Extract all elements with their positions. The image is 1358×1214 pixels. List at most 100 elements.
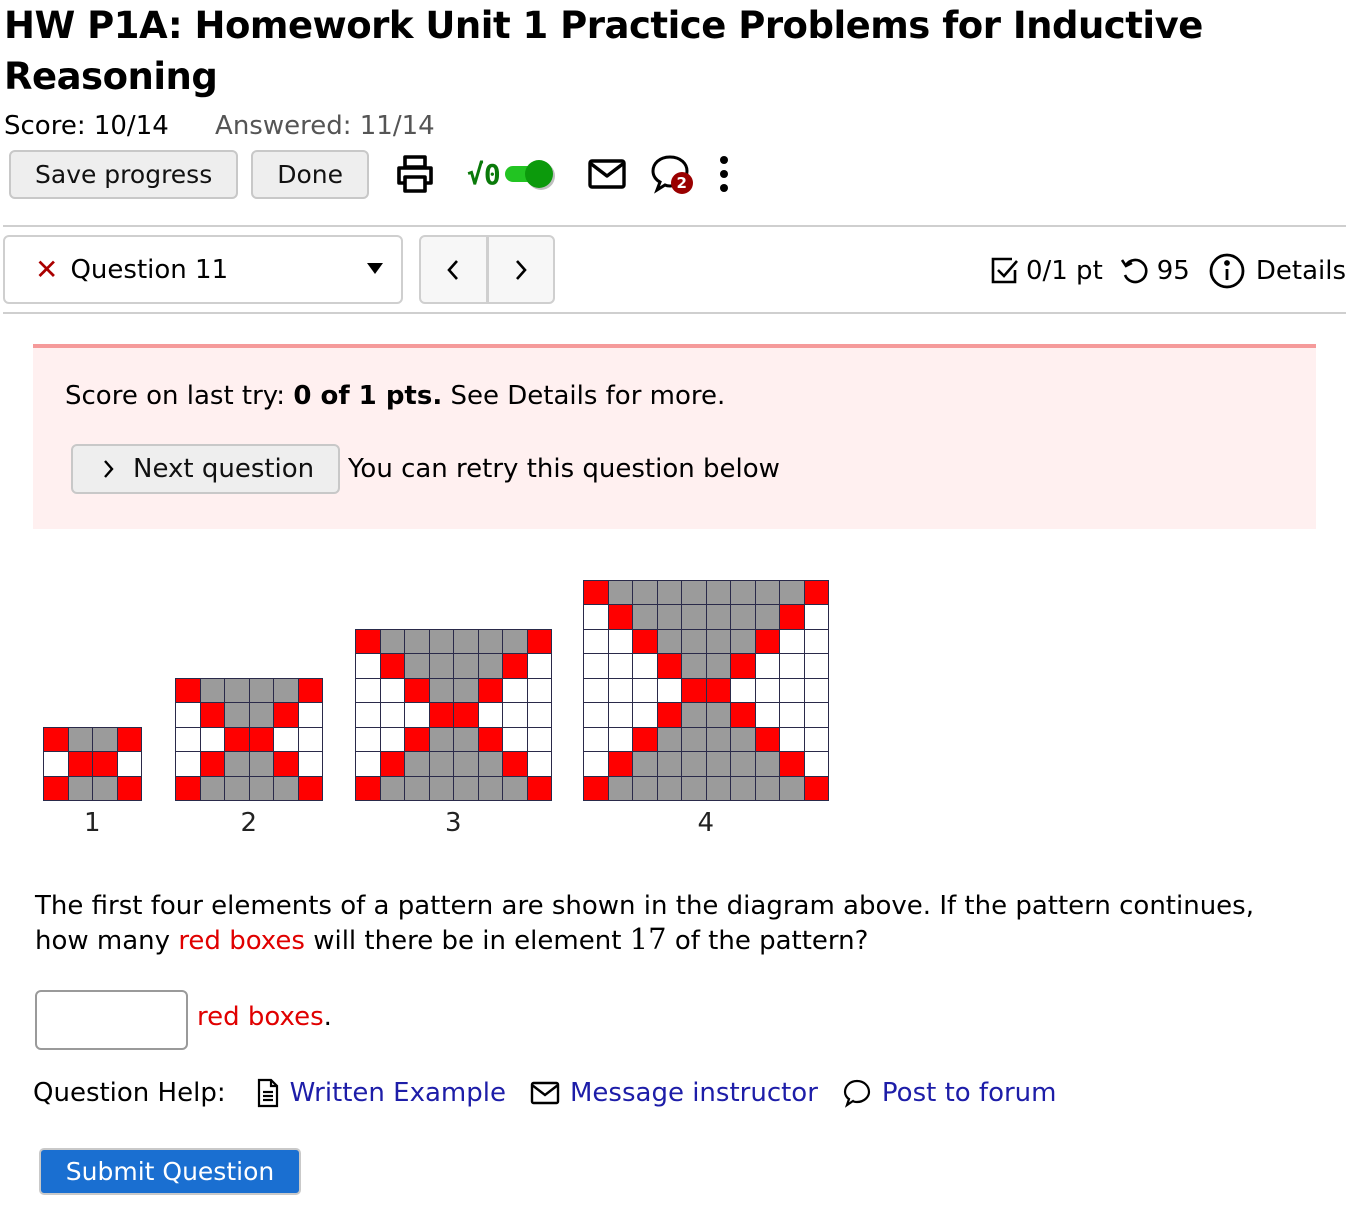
gray-box — [632, 775, 658, 801]
white-box — [355, 653, 381, 679]
save-progress-button[interactable]: Save progress — [9, 149, 239, 199]
answer-input[interactable] — [35, 990, 188, 1050]
red-box — [681, 677, 707, 703]
post-to-forum-link[interactable]: Post to forum — [842, 1078, 1057, 1108]
gray-box — [754, 751, 780, 777]
gray-box — [681, 628, 707, 654]
red-box — [730, 702, 756, 728]
white-box — [502, 702, 528, 728]
white-box — [355, 751, 381, 777]
next-question-label: Next question — [133, 454, 315, 484]
toggle-switch-icon — [504, 160, 555, 190]
red-box — [502, 653, 528, 679]
gray-box — [656, 726, 682, 752]
math-entry-toggle[interactable]: √0 — [467, 156, 561, 192]
gray-box — [705, 579, 731, 605]
white-box — [779, 653, 805, 679]
red-box — [273, 702, 299, 728]
red-box — [779, 751, 805, 777]
gray-box — [779, 579, 805, 605]
white-box — [297, 751, 323, 777]
white-box — [583, 702, 609, 728]
last-try-prefix: Score on last try: — [65, 381, 294, 411]
red-box — [803, 775, 829, 801]
red-box — [273, 751, 299, 777]
next-question-arrow-button[interactable] — [485, 237, 554, 302]
white-box — [803, 604, 829, 630]
red-box — [175, 677, 201, 703]
white-box — [754, 677, 780, 703]
white-box — [526, 702, 552, 728]
gray-box — [730, 775, 756, 801]
answer-suffix-period: . — [323, 1002, 332, 1032]
question-select[interactable]: ✕ Question 11 — [3, 235, 403, 304]
written-example-link[interactable]: Written Example — [256, 1078, 506, 1108]
red-box — [199, 702, 225, 728]
gray-box — [681, 653, 707, 679]
message-instructor-link[interactable]: Message instructor — [530, 1078, 818, 1108]
divider — [3, 312, 1346, 314]
details-button[interactable]: Details — [1208, 252, 1346, 290]
mail-icon[interactable] — [587, 157, 627, 191]
question-red-phrase: red boxes — [178, 926, 305, 956]
red-box — [43, 726, 69, 752]
red-box — [754, 628, 780, 654]
red-box — [754, 726, 780, 752]
red-box — [355, 775, 381, 801]
gray-box — [754, 604, 780, 630]
red-box — [355, 628, 381, 654]
red-box — [632, 726, 658, 752]
assignment-title: HW P1A: Homework Unit 1 Practice Problem… — [4, 4, 1203, 98]
red-box — [730, 653, 756, 679]
previous-question-button[interactable] — [421, 237, 486, 302]
gray-box — [428, 677, 454, 703]
white-box — [607, 653, 633, 679]
gray-box — [779, 775, 805, 801]
white-box — [632, 702, 658, 728]
red-box — [175, 775, 201, 801]
print-icon[interactable] — [395, 154, 435, 194]
white-box — [779, 677, 805, 703]
red-box — [43, 775, 69, 801]
gray-box — [248, 775, 274, 801]
gray-box — [248, 677, 274, 703]
score-summary: Score: 10/14 Answered: 11/14 — [4, 108, 435, 144]
chevron-right-icon — [515, 259, 527, 280]
white-box — [502, 677, 528, 703]
chat-notifications-icon[interactable]: 2 — [649, 152, 693, 196]
gray-box — [477, 628, 503, 654]
white-box — [273, 726, 299, 752]
pattern-element-2 — [175, 677, 323, 801]
submit-question-button[interactable]: Submit Question — [39, 1148, 301, 1195]
gray-box — [92, 726, 118, 752]
gray-box — [379, 775, 405, 801]
white-box — [779, 726, 805, 752]
question-select-value: Question 11 — [70, 254, 229, 285]
white-box — [632, 677, 658, 703]
pattern-diagram: 1 2 3 4 — [0, 560, 900, 850]
question-text: The first four elements of a pattern are… — [35, 890, 1315, 958]
white-box — [730, 677, 756, 703]
white-box — [607, 677, 633, 703]
white-box — [379, 702, 405, 728]
red-box — [199, 751, 225, 777]
chevron-right-icon — [104, 460, 114, 478]
details-label: Details — [1255, 256, 1346, 286]
answer-suffix-red: red boxes — [197, 1002, 324, 1032]
gray-box — [67, 726, 93, 752]
done-button[interactable]: Done — [251, 149, 370, 199]
gray-box — [705, 702, 731, 728]
retries-count: 95 — [1156, 256, 1190, 286]
red-box — [248, 726, 274, 752]
white-box — [803, 702, 829, 728]
pattern-element-3 — [355, 628, 552, 801]
red-box — [607, 751, 633, 777]
gray-box — [453, 677, 479, 703]
more-options-icon[interactable] — [719, 155, 729, 193]
gray-box — [273, 775, 299, 801]
next-question-button[interactable]: Next question — [71, 444, 341, 494]
gray-box — [730, 579, 756, 605]
chevron-left-icon — [447, 259, 459, 280]
red-box — [404, 726, 430, 752]
sqrt-icon: √0 — [467, 157, 501, 191]
